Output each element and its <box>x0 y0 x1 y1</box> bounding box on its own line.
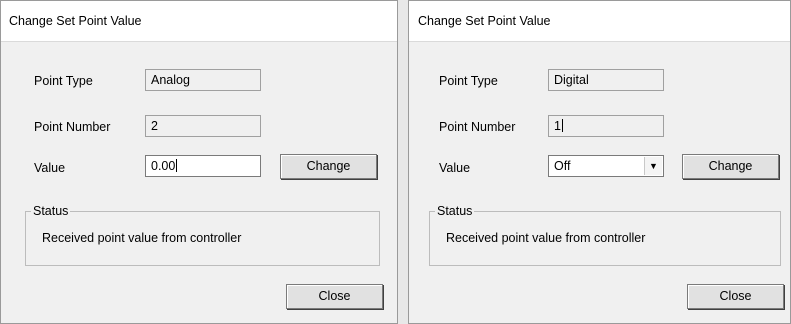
point-type-label: Point Type <box>34 74 93 88</box>
chevron-down-icon[interactable]: ▼ <box>644 157 662 175</box>
status-group: Status Received point value from control… <box>25 204 380 266</box>
status-message: Received point value from controller <box>446 231 646 245</box>
change-button[interactable]: Change <box>682 154 779 179</box>
title-bar[interactable]: Change Set Point Value <box>409 1 790 42</box>
point-type-value: Analog <box>151 73 190 87</box>
change-set-point-dialog-analog: Change Set Point Value Point Type Analog… <box>0 0 398 324</box>
title-bar[interactable]: Change Set Point Value <box>1 1 397 42</box>
value-input[interactable]: 0.00 <box>145 155 261 177</box>
point-number-field: 2 <box>145 115 261 137</box>
close-button[interactable]: Close <box>687 284 784 309</box>
point-number-label: Point Number <box>439 120 516 134</box>
value-label: Value <box>34 161 66 175</box>
point-number-label: Point Number <box>34 120 111 134</box>
status-group-label: Status <box>31 204 71 218</box>
change-button[interactable]: Change <box>280 154 377 179</box>
close-button[interactable]: Close <box>286 284 383 309</box>
point-type-field: Digital <box>548 69 664 91</box>
dialog-title: Change Set Point Value <box>418 14 551 28</box>
point-number-value: 2 <box>151 119 158 133</box>
status-message: Received point value from controller <box>42 231 242 245</box>
value-select-current: Off <box>554 159 571 173</box>
change-set-point-dialog-digital: Change Set Point Value Point Type Digita… <box>408 0 791 324</box>
status-group: Status Received point value from control… <box>429 204 781 266</box>
value-select[interactable]: Off ▼ <box>548 155 664 177</box>
background-gap <box>398 0 408 324</box>
point-number-value: 1 <box>554 119 561 133</box>
value-label: Value <box>439 161 471 175</box>
status-group-label: Status <box>435 204 475 218</box>
point-type-field: Analog <box>145 69 261 91</box>
dialog-title: Change Set Point Value <box>9 14 142 28</box>
value-input-text: 0.00 <box>151 159 176 173</box>
point-number-field[interactable]: 1 <box>548 115 664 137</box>
text-caret <box>561 119 563 132</box>
text-caret <box>176 159 178 172</box>
point-type-label: Point Type <box>439 74 498 88</box>
point-type-value: Digital <box>554 73 589 87</box>
